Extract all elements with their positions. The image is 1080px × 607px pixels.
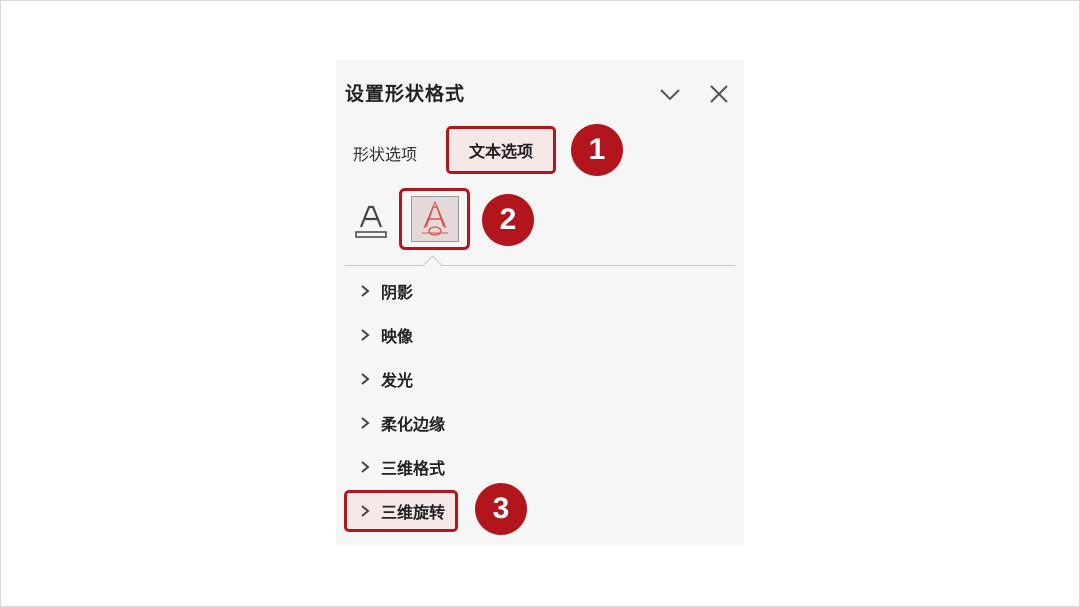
chevron-right-icon (361, 329, 370, 341)
pane-title: 设置形状格式 (345, 83, 466, 105)
chevron-right-icon (361, 505, 370, 517)
section-shadow[interactable]: 阴影 (359, 276, 413, 306)
section-3d-rotation[interactable]: 三维旋转 (344, 490, 459, 532)
close-icon[interactable] (707, 82, 731, 106)
selected-tab-pointer (423, 255, 442, 274)
callout-badge-2: 2 (482, 194, 534, 246)
tab-text-options[interactable]: 文本选项 (446, 126, 556, 174)
format-shape-pane: 设置形状格式 形状选项 文本选项 1 2 阴影 映像 发光 柔化边缘 三维格式 … (336, 60, 744, 546)
section-soft-edges[interactable]: 柔化边缘 (359, 408, 445, 438)
divider (345, 265, 735, 266)
chevron-right-icon (361, 417, 370, 429)
tab-shape-options[interactable]: 形状选项 (353, 141, 417, 165)
callout-badge-1: 1 (571, 124, 623, 176)
section-3d-format[interactable]: 三维格式 (359, 452, 445, 482)
section-label: 三维格式 (381, 459, 446, 478)
section-label: 映像 (381, 327, 414, 346)
section-glow[interactable]: 发光 (359, 364, 413, 394)
chevron-right-icon (361, 285, 370, 297)
text-fill-outline-icon[interactable] (354, 203, 388, 239)
callout-badge-3: 3 (475, 483, 527, 535)
section-label: 柔化边缘 (381, 415, 446, 434)
text-effects-icon (410, 196, 459, 242)
chevron-right-icon (361, 373, 370, 385)
section-label: 阴影 (381, 283, 414, 302)
section-reflection[interactable]: 映像 (359, 320, 413, 350)
section-label: 三维旋转 (381, 503, 446, 522)
section-label: 发光 (381, 371, 414, 390)
chevron-down-icon[interactable] (658, 82, 682, 106)
chevron-right-icon (361, 461, 370, 473)
text-effects-tab[interactable] (399, 188, 470, 250)
